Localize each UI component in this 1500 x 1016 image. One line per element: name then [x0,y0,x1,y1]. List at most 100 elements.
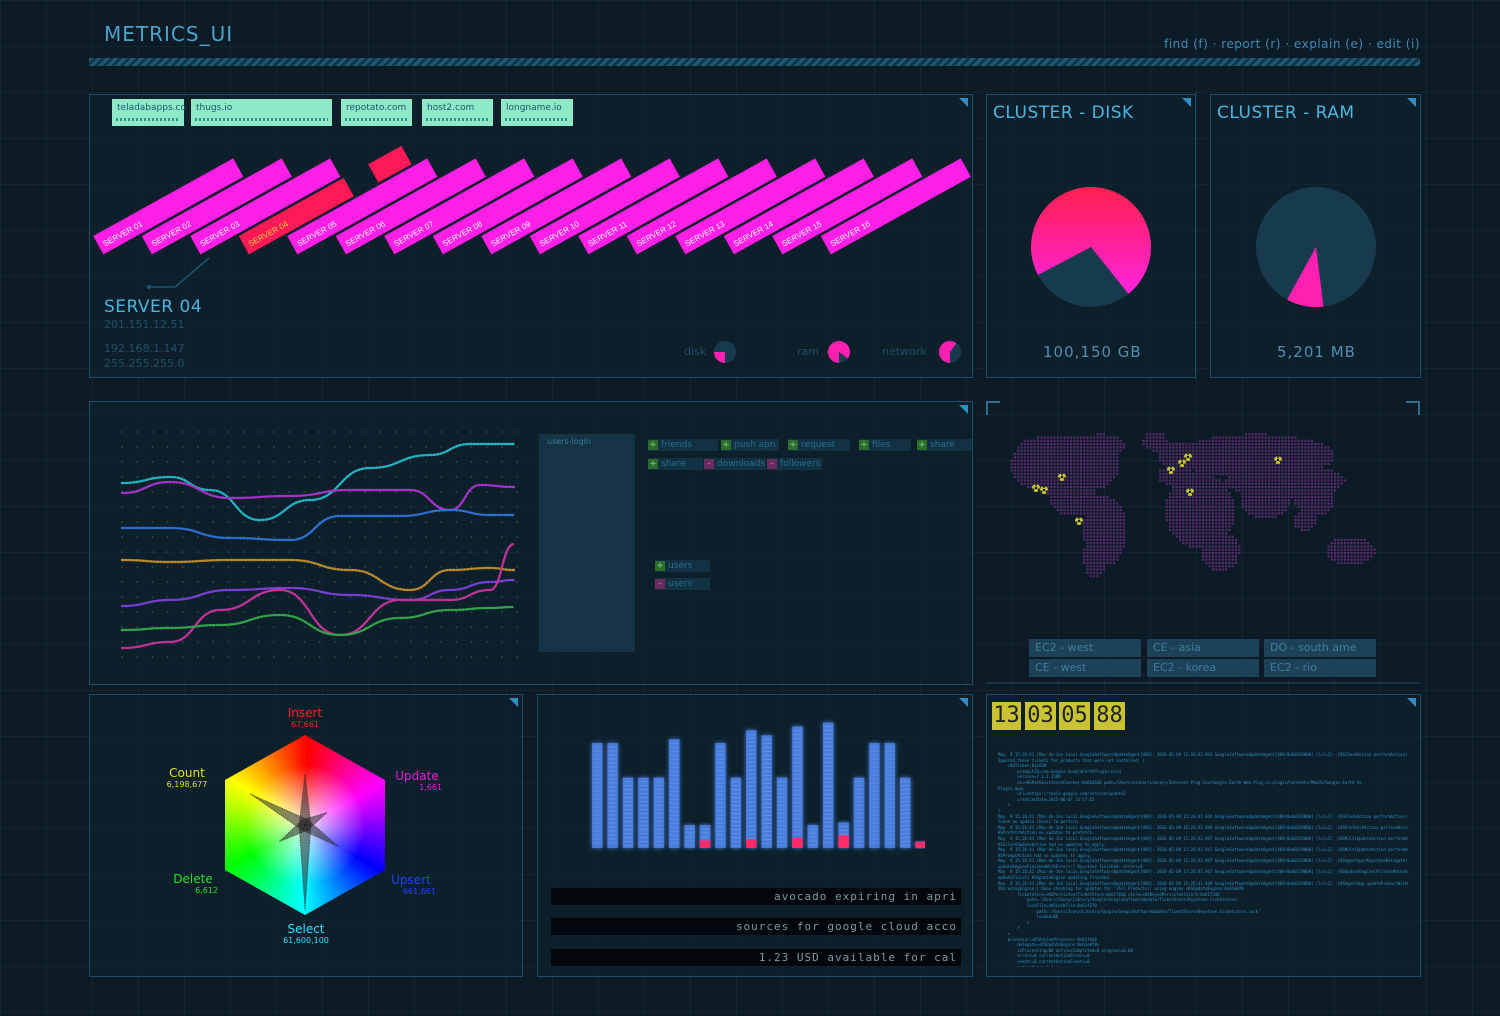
map-dot [1297,515,1300,518]
region-ce-west[interactable]: CE - west [1029,659,1141,677]
map-dot [1159,456,1162,459]
map-dot [1172,525,1175,528]
map-dot [1294,522,1297,525]
map-dot [1106,528,1109,531]
grid-dot [470,626,473,628]
grid-dot [273,566,275,568]
map-dot [1244,433,1247,436]
map-dot [1112,505,1115,508]
tag-share[interactable]: + share [917,439,972,451]
map-dot [1314,453,1317,456]
map-dot [1096,502,1099,505]
map-dot [1182,453,1185,456]
map-dot [1221,449,1224,452]
map-dot [1314,502,1317,505]
region-do-south-ame[interactable]: DO - south ame [1264,639,1376,657]
tag-request[interactable]: + request [788,439,850,451]
region-ec2-rio[interactable]: EC2 - rio [1264,659,1376,677]
map-dot [1287,459,1290,462]
tag-push-apn[interactable]: + push apn [721,439,779,451]
map-dot [1218,456,1221,459]
hazard-icon [1185,488,1195,496]
domain-tag-host2[interactable]: host2.com [422,99,493,126]
map-dot [1106,525,1109,528]
map-dot [1281,482,1284,485]
domain-tag-repotato[interactable]: repotato.com [341,99,412,126]
map-dot [1096,476,1099,479]
grid-dot [288,446,291,448]
map-dot [1317,466,1320,469]
top-menu[interactable]: find (f) · report (r) · explain (e) · ed… [1164,37,1420,51]
map-dot [1070,502,1073,505]
map-dot [1116,453,1119,456]
map-dot [1310,482,1313,485]
map-dot [1122,542,1125,545]
map-dot [1056,482,1059,485]
map-dot [1208,512,1211,515]
grid-dot [136,446,139,448]
map-dot [1235,552,1238,555]
map-dot [1330,489,1333,492]
map-dot [1109,459,1112,462]
map-dot [1195,466,1198,469]
map-dot [1122,525,1125,528]
map-dot [1334,555,1337,558]
map-dot [1211,439,1214,442]
tag-followers[interactable]: - followers [767,458,822,470]
map-dot [1060,443,1063,446]
map-dot [1103,522,1106,525]
map-dot [1103,486,1106,489]
map-dot [1066,505,1069,508]
map-dot [1248,433,1251,436]
map-dot [1096,548,1099,551]
map-dot [1033,476,1036,479]
region-ec2-west[interactable]: EC2 - west [1029,639,1141,657]
map-dot [1317,505,1320,508]
grid-dot [273,521,275,523]
map-dot [1291,495,1294,498]
map-dot [1254,453,1257,456]
grid-dot [455,581,458,583]
map-dot [1291,466,1294,469]
map-dot [1037,439,1040,442]
domain-tag-longname[interactable]: longname.io [501,99,573,126]
map-dot [1320,509,1323,512]
map-dot [1106,552,1109,555]
tag-downloads[interactable]: - downloads [704,458,766,470]
map-dot [1020,459,1023,462]
map-dot [1225,446,1228,449]
map-dot [1027,469,1030,472]
map-dot [1119,522,1122,525]
map-dot [1093,548,1096,551]
grid-dot [273,446,275,448]
region-ce-asia[interactable]: CE - asia [1147,639,1259,657]
map-dot [1198,545,1201,548]
map-dot [1241,469,1244,472]
tag-users[interactable]: + users [655,560,710,572]
domain-tag-teladabapps[interactable]: teladabapps.co [112,99,186,126]
grid-dot [485,596,488,598]
hazard-icon [1183,453,1193,461]
map-dot [1301,486,1304,489]
map-dot [1360,552,1363,555]
map-dot [1112,456,1115,459]
map-dot [1281,472,1284,475]
map-dot [1215,443,1218,446]
tag-files[interactable]: + files [859,439,911,451]
map-dot [1228,453,1231,456]
map-dot [1172,512,1175,515]
tag-users[interactable]: - users [655,578,710,590]
map-dot [1215,555,1218,558]
map-dot [1116,515,1119,518]
map-dot [1040,439,1043,442]
tag-friends[interactable]: + friends [648,439,718,451]
map-dot [1046,446,1049,449]
grid-dot [425,566,427,568]
map-dot [1221,558,1224,561]
tag-share[interactable]: + share [648,458,703,470]
region-ec2-korea[interactable]: EC2 - korea [1147,659,1259,677]
map-dot [1268,439,1271,442]
domain-tag-thugs[interactable]: thugs.io [191,99,332,126]
map-dot [1188,512,1191,515]
map-dot [1367,558,1370,561]
